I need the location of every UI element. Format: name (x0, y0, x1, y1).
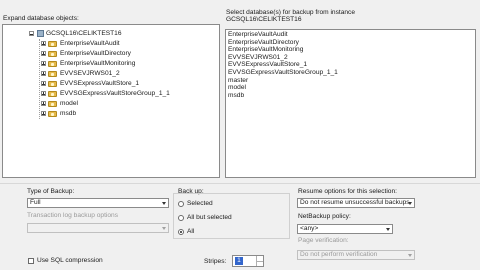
list-item[interactable]: EnterpriseVaultMonitoring (228, 46, 303, 53)
expand-icon[interactable] (41, 61, 46, 66)
radio-selected[interactable] (178, 201, 184, 207)
database-icon (48, 41, 57, 47)
expand-icon[interactable] (41, 41, 46, 46)
list-item[interactable]: EVVSExpressVaultStore_1 (228, 61, 307, 68)
radio-all-but-selected[interactable] (178, 215, 184, 221)
expand-objects-label: Expand database objects: (3, 15, 79, 22)
netbackup-policy-label: NetBackup policy: (298, 213, 351, 220)
server-icon (37, 30, 44, 37)
divider (0, 183, 480, 184)
chevron-down-icon (385, 226, 391, 232)
expand-icon[interactable] (41, 71, 46, 76)
expand-icon[interactable] (41, 111, 46, 116)
backup-database-list[interactable]: EnterpriseVaultAudit EnterpriseVaultDirec… (225, 29, 476, 178)
chevron-down-icon (407, 200, 413, 206)
tree-item-label: EnterpriseVaultMonitoring (60, 60, 136, 67)
expand-icon[interactable] (41, 51, 46, 56)
list-item[interactable]: EVVSGExpressVaultStoreGroup_1_1 (228, 69, 338, 76)
database-icon (48, 91, 57, 97)
list-item[interactable]: EnterpriseVaultDirectory (228, 39, 299, 46)
tree-item-label: model (60, 100, 78, 107)
page-verification-value: Do not perform verification (300, 251, 378, 258)
transaction-log-label: Transaction log backup options (27, 212, 119, 219)
list-item[interactable]: EnterpriseVaultAudit (228, 31, 288, 38)
instance-label: GCSQL16\CELIKTEST16 (226, 16, 302, 23)
database-icon (48, 61, 57, 67)
expand-icon[interactable] (41, 101, 46, 106)
expand-icon[interactable] (41, 81, 46, 86)
expand-icon[interactable] (41, 91, 46, 96)
type-of-backup-value: Full (30, 199, 41, 206)
sql-compression-checkbox[interactable] (28, 258, 34, 264)
server-label: GCSQL16\CELIKTEST16 (46, 30, 122, 37)
tree-item-label: EVVSEVJRWS01_2 (60, 70, 120, 77)
type-of-backup-label: Type of Backup: (27, 188, 75, 195)
page-verification-label: Page verification: (298, 237, 349, 244)
list-item[interactable]: master (228, 77, 248, 84)
collapse-icon[interactable] (29, 31, 34, 36)
radio-all[interactable] (178, 229, 184, 235)
stripes-label: Stripes: (204, 258, 227, 265)
database-icon (48, 111, 57, 117)
database-icon (48, 51, 57, 57)
list-item[interactable]: model (228, 84, 246, 91)
database-icon (48, 71, 57, 77)
netbackup-policy-select[interactable]: <any> (297, 224, 393, 234)
page-verification-select[interactable]: Do not perform verification (297, 250, 415, 260)
tree-item-label: msdb (60, 110, 77, 117)
tree-item-label: EVVSExpressVaultStore_1 (60, 80, 140, 87)
tree-item-label: EnterpriseVaultDirectory (60, 50, 131, 57)
tree-line (39, 39, 40, 119)
transaction-log-select[interactable] (27, 223, 169, 233)
radio-all-label: All (187, 228, 195, 235)
resume-options-select[interactable]: Do not resume unsuccessful backups (297, 198, 415, 208)
database-icon (48, 81, 57, 87)
resume-options-label: Resume options for this selection: (298, 188, 397, 195)
type-of-backup-select[interactable]: Full (27, 198, 169, 208)
spin-down-icon[interactable] (256, 261, 263, 266)
stripes-spinner[interactable]: 1 (232, 255, 264, 267)
resume-options-value: Do not resume unsuccessful backups (300, 199, 410, 206)
netbackup-policy-value: <any> (300, 225, 319, 232)
list-item[interactable]: EVVSEVJRWS01_2 (228, 54, 288, 61)
chevron-down-icon (161, 225, 167, 231)
list-item[interactable]: msdb (228, 92, 244, 99)
database-icon (48, 101, 57, 107)
radio-selected-label: Selected (187, 200, 213, 207)
chevron-down-icon (161, 200, 167, 206)
radio-all-but-selected-label: All but selected (187, 214, 232, 221)
tree-item-label: EVVSGExpressVaultStoreGroup_1_1 (60, 90, 170, 97)
sql-compression-label: Use SQL compression (37, 257, 103, 264)
stripes-value[interactable]: 1 (235, 257, 243, 265)
tree-item-label: EnterpriseVaultAudit (60, 40, 120, 47)
chevron-down-icon (407, 252, 413, 258)
database-tree[interactable]: GCSQL16\CELIKTEST16 EnterpriseVaultAudit… (2, 24, 220, 178)
